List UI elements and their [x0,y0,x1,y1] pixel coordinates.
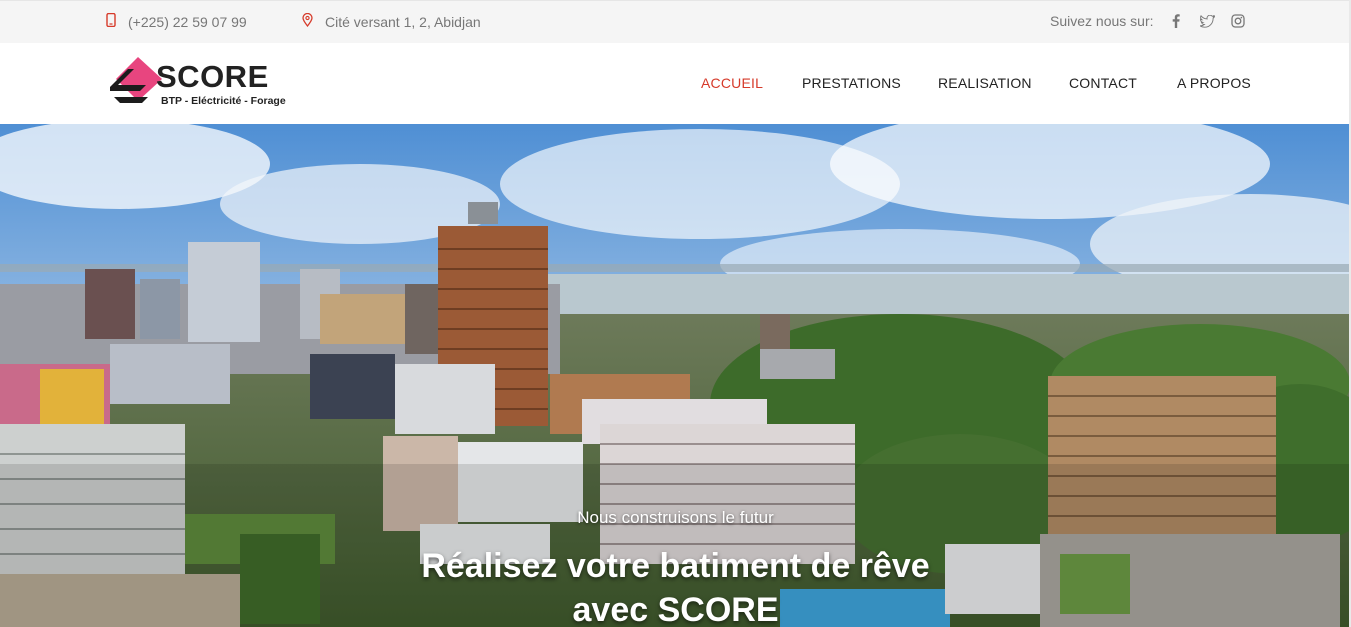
contact-address[interactable]: Cité versant 1, 2, Abidjan [302,12,481,30]
site-header: SCORE BTP - Eléctricité - Forage ACCUEIL… [0,43,1351,124]
facebook-icon[interactable] [1168,12,1184,30]
hero-title: Réalisez votre batiment de rêve avec SCO… [0,544,1351,627]
hero-banner: Nous construisons le futur Réalisez votr… [0,124,1351,627]
nav-contact[interactable]: CONTACT [1069,75,1137,91]
nav-accueil[interactable]: ACCUEIL [701,75,763,91]
mobile-phone-icon [106,12,116,30]
logo-tagline: BTP - Eléctricité - Forage [161,95,286,107]
map-pin-icon [302,12,313,30]
address-text: Cité versant 1, 2, Abidjan [325,13,481,30]
nav-realisation[interactable]: REALISATION [938,75,1032,91]
phone-number: (+225) 22 59 07 99 [128,13,247,30]
hero-title-line-1: Réalisez votre batiment de rêve [421,547,930,585]
hero-title-line-2: avec SCORE [572,591,779,627]
score-logo[interactable]: SCORE BTP - Eléctricité - Forage [108,53,298,113]
twitter-icon[interactable] [1199,12,1215,30]
top-info-bar: (+225) 22 59 07 99 Cité versant 1, 2, Ab… [0,0,1351,43]
hero-subtitle: Nous construisons le futur [577,508,774,527]
logo-wordmark: SCORE [156,59,269,94]
follow-us-label: Suivez nous sur: [1050,13,1154,29]
nav-prestations[interactable]: PRESTATIONS [802,75,901,91]
nav-a-propos[interactable]: A PROPOS [1177,75,1251,91]
contact-phone[interactable]: (+225) 22 59 07 99 [106,12,247,30]
instagram-icon[interactable] [1230,12,1246,30]
